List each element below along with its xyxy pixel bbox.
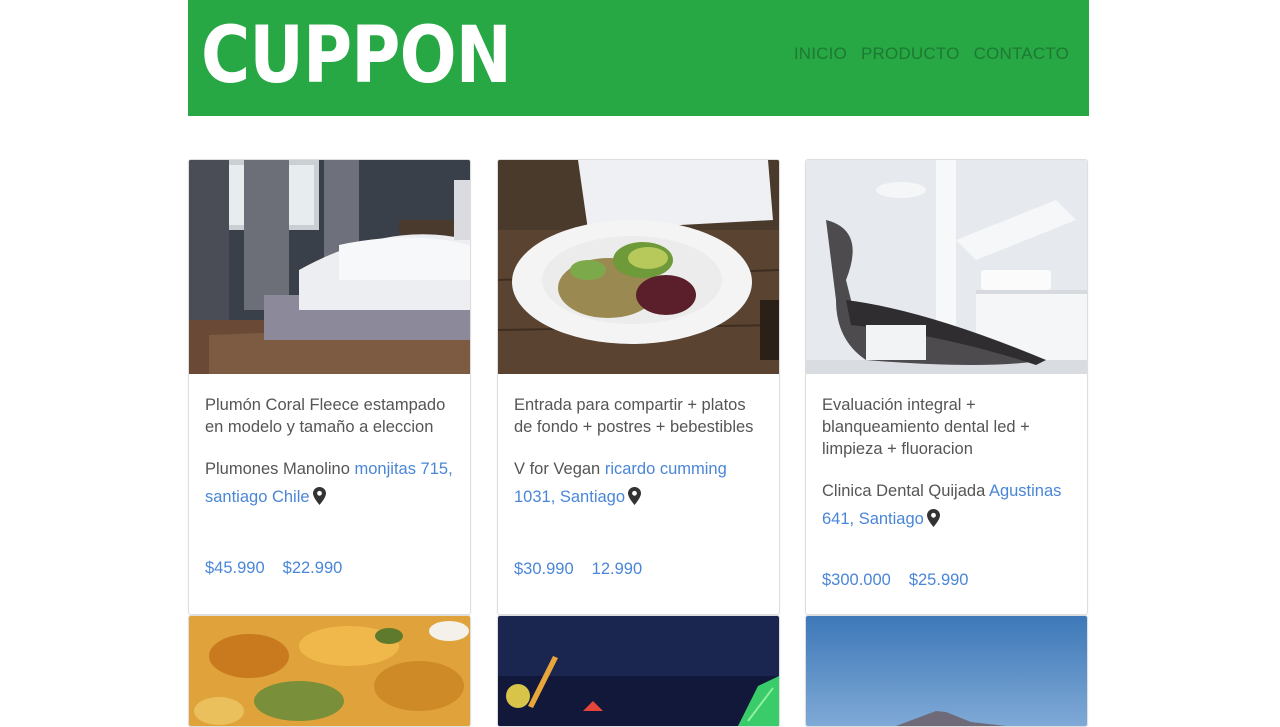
- deal-prices: $30.990 12.990: [514, 560, 642, 579]
- deal-prices: $45.990 $22.990: [205, 559, 342, 578]
- deal-title: Evaluación integral + blanqueamiento den…: [822, 396, 1030, 458]
- deal-title: Plumón Coral Fleece estampado en modelo …: [205, 396, 446, 436]
- deal-location: Plumones Manolino monjitas 715, santiago…: [205, 455, 454, 511]
- merchant-name: V for Vegan: [514, 460, 601, 478]
- deal-body: Evaluación integral + blanqueamiento den…: [806, 374, 1087, 533]
- deal-card[interactable]: Evaluación integral + blanqueamiento den…: [805, 159, 1088, 615]
- deal-image-stew[interactable]: [189, 616, 470, 726]
- deal-image-bedroom[interactable]: [189, 160, 470, 374]
- deal-card[interactable]: [497, 615, 780, 727]
- deal-title: Entrada para compartir + platos de fondo…: [514, 396, 754, 436]
- nav-producto[interactable]: PRODUCTO: [861, 44, 960, 64]
- map-pin-icon[interactable]: [628, 487, 642, 505]
- deal-card[interactable]: Plumón Coral Fleece estampado en modelo …: [188, 159, 471, 615]
- merchant-name: Clinica Dental Quijada: [822, 482, 986, 500]
- deal-image-mountain[interactable]: [806, 616, 1087, 726]
- price-offer: $22.990: [282, 559, 343, 577]
- deal-image-food[interactable]: [498, 160, 779, 374]
- deal-card[interactable]: Entrada para compartir + platos de fondo…: [497, 159, 780, 615]
- merchant-name: Plumones Manolino: [205, 460, 350, 478]
- deal-body: Entrada para compartir + platos de fondo…: [498, 374, 779, 511]
- deal-prices: $300.000 $25.990: [822, 571, 968, 590]
- site-header: CUPPON INICIO PRODUCTO CONTACTO: [188, 0, 1089, 116]
- deal-image-fair[interactable]: [498, 616, 779, 726]
- map-pin-icon[interactable]: [312, 487, 326, 505]
- deal-image-dental[interactable]: [806, 160, 1087, 374]
- main-nav: INICIO PRODUCTO CONTACTO: [794, 44, 1069, 64]
- map-pin-icon[interactable]: [926, 509, 940, 527]
- price-original: $30.990: [514, 560, 574, 578]
- price-offer: $25.990: [908, 571, 969, 589]
- deal-location: V for Vegan ricardo cumming 1031, Santia…: [514, 455, 763, 511]
- brand-logo[interactable]: CUPPON: [201, 6, 512, 106]
- deal-location: Clinica Dental Quijada Agustinas 641, Sa…: [822, 477, 1071, 533]
- deal-body: Plumón Coral Fleece estampado en modelo …: [189, 374, 470, 511]
- price-original: $300.000: [822, 571, 891, 589]
- nav-inicio[interactable]: INICIO: [794, 44, 847, 64]
- nav-contacto[interactable]: CONTACTO: [974, 44, 1069, 64]
- price-original: $45.990: [205, 559, 265, 577]
- price-offer: 12.990: [591, 560, 643, 578]
- deal-card[interactable]: [805, 615, 1088, 727]
- deal-card[interactable]: [188, 615, 471, 727]
